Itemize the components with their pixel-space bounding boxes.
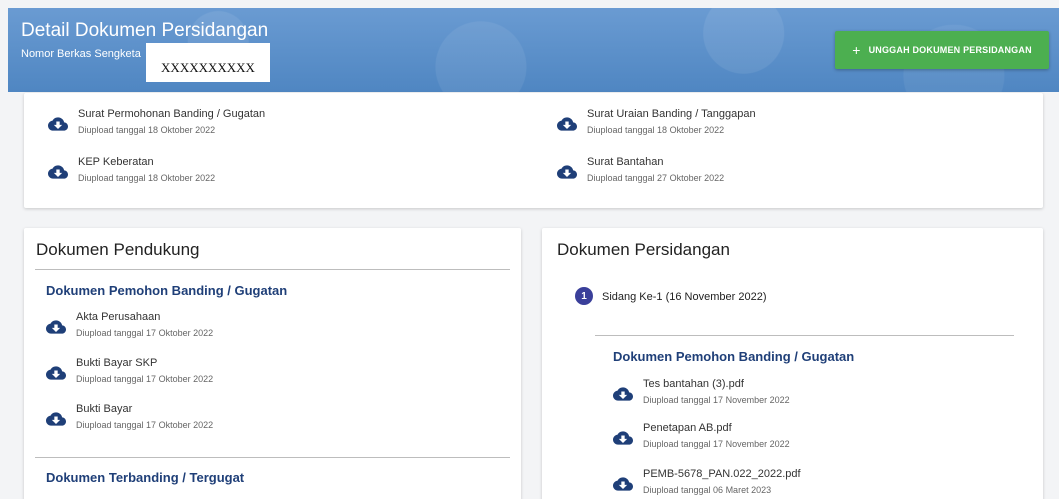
main-documents-card: Surat Permohonan Banding / Gugatan Diupl… <box>24 93 1043 208</box>
cloud-download-icon[interactable] <box>613 431 633 445</box>
group-heading: Dokumen Pemohon Banding / Gugatan <box>613 349 855 364</box>
cloud-download-icon[interactable] <box>557 165 577 179</box>
document-item[interactable]: Bukti Bayar SKP Diupload tanggal 17 Okto… <box>46 356 213 385</box>
cloud-download-icon[interactable] <box>613 477 633 491</box>
document-name: Surat Uraian Banding / Tanggapan <box>587 108 756 120</box>
upload-document-button[interactable]: + UNGGAH DOKUMEN PERSIDANGAN <box>835 31 1049 69</box>
document-item[interactable]: Penetapan AB.pdf Diupload tanggal 17 Nov… <box>613 421 790 450</box>
document-name: Bukti Bayar SKP <box>76 357 158 369</box>
upload-date: Diupload tanggal 18 Oktober 2022 <box>78 125 216 135</box>
document-name: Bukti Bayar <box>76 403 133 415</box>
cloud-download-icon[interactable] <box>46 412 66 426</box>
document-item[interactable]: Surat Uraian Banding / Tanggapan Diuploa… <box>557 107 756 136</box>
document-item[interactable]: PEMB-5678_PAN.022_2022.pdf Diupload tang… <box>613 467 801 496</box>
document-name: Penetapan AB.pdf <box>643 422 732 434</box>
session-label[interactable]: Sidang Ke-1 (16 November 2022) <box>602 291 766 303</box>
upload-date: Diupload tanggal 27 Oktober 2022 <box>587 173 725 183</box>
case-number-label: Nomor Berkas Sengketa <box>21 48 141 60</box>
cloud-download-icon[interactable] <box>48 165 68 179</box>
document-name: Surat Bantahan <box>587 156 664 168</box>
section-title: Dokumen Persidangan <box>557 240 730 259</box>
divider <box>595 335 1014 336</box>
session-step-badge: 1 <box>575 287 593 305</box>
page-header-banner: Detail Dokumen Persidangan Nomor Berkas … <box>8 8 1059 92</box>
group-heading: Dokumen Pemohon Banding / Gugatan <box>46 283 288 298</box>
plus-icon: + <box>852 42 861 58</box>
upload-date: Diupload tanggal 06 Maret 2023 <box>643 485 772 495</box>
divider <box>35 269 510 270</box>
document-name: PEMB-5678_PAN.022_2022.pdf <box>643 468 801 480</box>
document-name: Akta Perusahaan <box>76 311 161 323</box>
upload-date: Diupload tanggal 17 Oktober 2022 <box>76 420 214 430</box>
document-item[interactable]: Akta Perusahaan Diupload tanggal 17 Okto… <box>46 310 213 339</box>
cloud-download-icon[interactable] <box>613 387 633 401</box>
document-name: KEP Keberatan <box>78 156 154 168</box>
page-title: Detail Dokumen Persidangan <box>21 20 269 41</box>
document-item[interactable]: Surat Bantahan Diupload tanggal 27 Oktob… <box>557 155 724 184</box>
upload-date: Diupload tanggal 17 Oktober 2022 <box>76 374 214 384</box>
group-heading: Dokumen Terbanding / Tergugat <box>46 470 245 485</box>
document-item[interactable]: Surat Permohonan Banding / Gugatan Diupl… <box>48 107 265 136</box>
cloud-download-icon[interactable] <box>46 320 66 334</box>
divider <box>35 457 510 458</box>
document-item[interactable]: Tes bantahan (3).pdf Diupload tanggal 17… <box>613 377 790 406</box>
section-title: Dokumen Pendukung <box>36 240 200 259</box>
supporting-documents-card: Dokumen Pendukung Dokumen Pemohon Bandin… <box>24 228 521 499</box>
cloud-download-icon[interactable] <box>557 117 577 131</box>
upload-button-label: UNGGAH DOKUMEN PERSIDANGAN <box>868 45 1032 55</box>
case-number-value: XXXXXXXXXX <box>146 43 270 82</box>
upload-date: Diupload tanggal 17 November 2022 <box>643 395 790 405</box>
cloud-download-icon[interactable] <box>48 117 68 131</box>
upload-date: Diupload tanggal 18 Oktober 2022 <box>587 125 725 135</box>
document-name: Surat Permohonan Banding / Gugatan <box>78 108 266 120</box>
document-item[interactable]: KEP Keberatan Diupload tanggal 18 Oktobe… <box>48 155 215 184</box>
upload-date: Diupload tanggal 17 Oktober 2022 <box>76 328 214 338</box>
cloud-download-icon[interactable] <box>46 366 66 380</box>
document-name: Tes bantahan (3).pdf <box>643 378 744 390</box>
upload-date: Diupload tanggal 17 November 2022 <box>643 439 790 449</box>
hearing-documents-card: Dokumen Persidangan 1 Sidang Ke-1 (16 No… <box>542 228 1043 499</box>
document-item[interactable]: Bukti Bayar Diupload tanggal 17 Oktober … <box>46 402 213 431</box>
upload-date: Diupload tanggal 18 Oktober 2022 <box>78 173 216 183</box>
